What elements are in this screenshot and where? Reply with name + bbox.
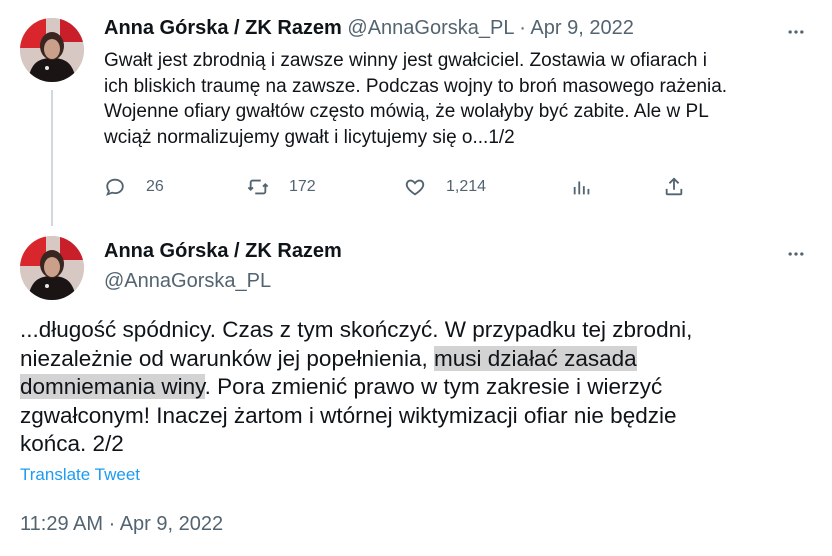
tweet-text: ...długość spódnicy. Czas z tym skończyć… xyxy=(20,316,820,459)
tweet-text-segment: niezależnie od warunków jej popełnienia, xyxy=(20,345,435,371)
tweet-text: Gwałt jest zbrodnią i zawsze winny jest … xyxy=(104,48,804,150)
tweet-header: Anna Górska / ZK Razem @AnnaGorska_PL · … xyxy=(104,17,634,40)
author-name[interactable]: Anna Górska / ZK Razem xyxy=(104,240,342,263)
share-button[interactable] xyxy=(663,176,685,198)
tweet-text-line: końca. 2/2 xyxy=(20,431,124,457)
tweet-text-line: Gwałt jest zbrodnią i zawsze winny jest … xyxy=(104,50,707,71)
tweet-text-line: ...długość spódnicy. Czas z tym skończyć… xyxy=(20,317,693,342)
tweet-text-line: ich bliskich traumę na zawsze. Podczas w… xyxy=(104,75,728,97)
reply-button[interactable]: 26 xyxy=(104,176,164,198)
tweet-text-segment: . Pora zmienić prawo w tym zakresie i wi… xyxy=(204,374,663,400)
like-icon xyxy=(405,179,425,196)
more-icon[interactable] xyxy=(784,20,808,44)
like-button[interactable]: 1,214 xyxy=(404,176,486,198)
retweet-icon xyxy=(247,179,269,195)
retweet-button[interactable]: 172 xyxy=(247,176,316,198)
thread-line xyxy=(51,90,53,226)
author-handle[interactable]: @AnnaGorska_PL xyxy=(104,270,271,293)
tweet-timestamp[interactable]: 11:29 AM · Apr 9, 2022 xyxy=(20,513,223,536)
retweet-count: 172 xyxy=(289,178,316,195)
reply-count: 26 xyxy=(146,178,164,195)
share-icon xyxy=(665,177,683,196)
views-button[interactable] xyxy=(571,176,593,198)
highlighted-text: musi działać zasada xyxy=(434,345,637,371)
tweet-actions: 26 172 1,214 xyxy=(104,176,704,200)
author-name[interactable]: Anna Górska / ZK Razem xyxy=(104,17,342,39)
author-handle[interactable]: @AnnaGorska_PL xyxy=(347,17,513,39)
tweet-date[interactable]: Apr 9, 2022 xyxy=(530,17,633,39)
tweet-text-line: Wojenne ofiary gwałtów często mówią, że … xyxy=(104,101,709,123)
highlighted-text: domniemania winy xyxy=(20,374,205,400)
like-count: 1,214 xyxy=(446,178,487,195)
reply-icon xyxy=(106,178,124,196)
analytics-icon xyxy=(573,181,590,195)
tweet-text-line: niezależnie od warunków jej popełnienia,… xyxy=(20,345,820,374)
translate-tweet-link[interactable]: Translate Tweet xyxy=(20,465,140,485)
more-icon[interactable] xyxy=(784,242,808,266)
tweet-text-line: domniemania winy. Pora zmienić prawo w t… xyxy=(20,373,820,402)
avatar[interactable] xyxy=(20,18,84,82)
avatar[interactable] xyxy=(20,236,84,300)
tweet-text-line: wciąż normalizujemy gwałt i licytujemy s… xyxy=(104,126,515,148)
separator-dot: · xyxy=(519,17,526,39)
tweet-text-line: zgwałconym! Inaczej żartom i wtórnej wik… xyxy=(20,402,677,428)
